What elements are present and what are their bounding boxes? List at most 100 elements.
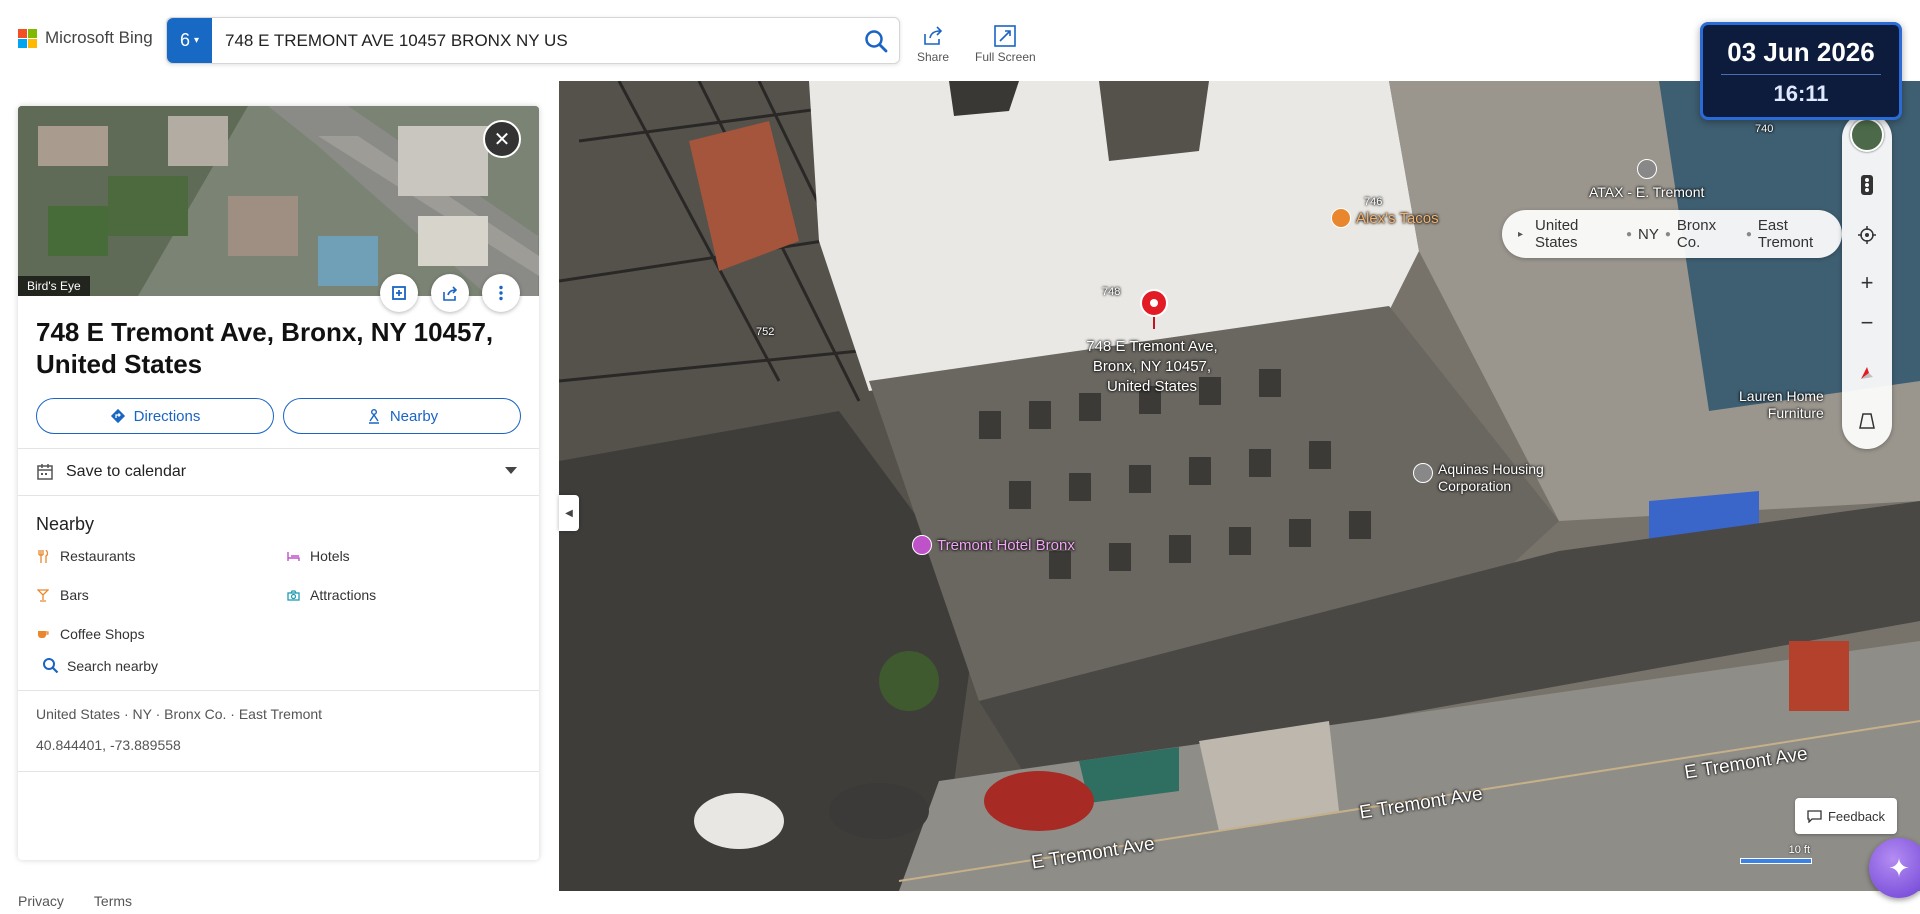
tilt-view-icon (1859, 413, 1875, 429)
map-canvas[interactable]: 748 752 746 740 748 E Tremont Ave, Bronx… (559, 81, 1920, 891)
footer-links: Privacy Terms (18, 893, 132, 909)
share-icon (924, 26, 943, 45)
nearby-item-label: Coffee Shops (60, 626, 145, 642)
poi-alexs-tacos[interactable]: Alex's Tacos (1331, 208, 1439, 228)
poi-tremont-hotel[interactable]: Tremont Hotel Bronx (912, 535, 1075, 555)
search-icon[interactable] (863, 28, 889, 54)
share-button[interactable]: Share (917, 24, 949, 64)
bed-icon (286, 549, 300, 563)
bed-icon (912, 535, 932, 555)
house-number-label: 748 (1102, 286, 1121, 298)
traffic-button[interactable] (1849, 167, 1885, 203)
compass-icon (1861, 367, 1873, 379)
directions-button[interactable]: Directions (36, 398, 274, 434)
building-icon (1413, 463, 1433, 483)
coffee-icon (36, 627, 50, 641)
card-actions (380, 274, 520, 312)
terms-link[interactable]: Terms (94, 893, 132, 909)
datetime-divider (1721, 74, 1881, 75)
coordinates[interactable]: 40.844401, -73.889558 (36, 730, 521, 761)
location-info: United States · NY · Bronx Co. · East Tr… (18, 690, 539, 772)
fork-knife-icon (1331, 208, 1351, 228)
privacy-link[interactable]: Privacy (18, 893, 64, 909)
datetime-overlay: 03 Jun 2026 16:11 (1700, 22, 1902, 120)
full-screen-button[interactable]: Full Screen (975, 24, 1036, 64)
traffic-light-icon (1861, 175, 1873, 195)
nearby-attractions-link[interactable]: Attractions (286, 584, 486, 606)
breadcrumb-item[interactable]: East Tremont (1758, 217, 1842, 251)
nearby-restaurants-link[interactable]: Restaurants (36, 545, 286, 567)
directions-icon (110, 408, 125, 424)
zoom-in-button[interactable]: + (1849, 265, 1885, 301)
top-bar: Microsoft Bing 6 ▾ 748 E TREMONT AVE 104… (0, 0, 1920, 80)
nearby-hotels-link[interactable]: Hotels (286, 545, 486, 567)
poi-label: Tremont Hotel Bronx (937, 536, 1075, 554)
primary-actions: Directions Nearby (36, 398, 521, 434)
breadcrumb-item[interactable]: NY (1638, 226, 1659, 243)
share-label: Share (917, 50, 950, 64)
zoom-level-dropdown[interactable]: 6 ▾ (167, 18, 212, 63)
poi-label-line: Corporation (1438, 478, 1512, 494)
nearby-categories: Restaurants Hotels Bars Attractions Coff… (36, 545, 521, 645)
share-place-button[interactable] (431, 274, 469, 312)
locate-icon (1858, 226, 1876, 244)
birds-eye-image[interactable]: Bird's Eye ✕ (18, 106, 539, 296)
time-display: 16:11 (1773, 81, 1829, 106)
camera-icon (286, 588, 300, 602)
compass-button[interactable] (1849, 355, 1885, 391)
poi-aquinas-housing[interactable]: Aquinas Housing Corporation (1413, 461, 1544, 495)
nearby-heading: Nearby (36, 514, 95, 534)
search-nearby-link[interactable]: Search nearby (42, 657, 515, 674)
breadcrumb-item[interactable]: United States (1535, 217, 1620, 251)
breadcrumb-separator: ● (1745, 228, 1752, 240)
poi-label: Aquinas Housing Corporation (1438, 461, 1544, 495)
save-to-calendar-row[interactable]: Save to calendar (18, 448, 539, 496)
breadcrumb-separator: ● (1664, 228, 1671, 240)
save-place-button[interactable] (380, 274, 418, 312)
pin-address-line: United States (1106, 378, 1198, 395)
house-number-label: 740 (1755, 123, 1774, 135)
directions-label: Directions (133, 407, 201, 425)
chevron-down-icon[interactable] (505, 467, 517, 474)
nearby-item-label: Bars (60, 587, 89, 603)
map-style-thumbnail-icon (1850, 118, 1884, 152)
breadcrumb-separator: ● (1625, 228, 1633, 240)
building-icon (1636, 159, 1657, 179)
breadcrumb-item[interactable]: Bronx Co. (1677, 217, 1740, 251)
fork-knife-icon (36, 549, 50, 563)
location-pin-icon[interactable] (1138, 288, 1170, 330)
pin-address-line: 748 E Tremont Ave, (1086, 338, 1218, 355)
poi-lauren-home[interactable]: Lauren Home Furniture (1739, 388, 1824, 422)
location-path: United States · NY · Bronx Co. · East Tr… (36, 706, 323, 722)
nearby-coffee-shops-link[interactable]: Coffee Shops (36, 623, 286, 645)
poi-label-line: Lauren Home (1739, 388, 1824, 404)
search-box: 6 ▾ 748 E TREMONT AVE 10457 BRONX NY US (166, 17, 900, 64)
tilt-button[interactable] (1849, 403, 1885, 439)
feedback-button[interactable]: Feedback (1795, 798, 1897, 834)
close-button[interactable]: ✕ (483, 120, 521, 158)
locate-me-button[interactable] (1849, 217, 1885, 253)
calendar-label: Save to calendar (66, 463, 187, 480)
place-title: 748 E Tremont Ave, Bronx, NY 10457, Unit… (36, 317, 494, 379)
chevron-down-icon: ▾ (193, 35, 200, 46)
zoom-level-value: 6 (179, 30, 190, 50)
nearby-button[interactable]: Nearby (283, 398, 521, 434)
caret-right-icon[interactable]: ▸ (1518, 229, 1523, 240)
copilot-button[interactable]: ✦ (1869, 838, 1920, 898)
more-options-button[interactable] (482, 274, 520, 312)
close-icon: ✕ (493, 128, 511, 151)
zoom-out-button[interactable]: − (1849, 305, 1885, 341)
collapse-panel-button[interactable]: ◀ (559, 495, 579, 531)
poi-atax[interactable]: ATAX - E. Tremont (1589, 159, 1704, 200)
search-input[interactable]: 748 E TREMONT AVE 10457 BRONX NY US (225, 31, 568, 51)
feedback-label: Feedback (1827, 808, 1886, 824)
aerial-photo (18, 106, 539, 296)
nearby-item-label: Hotels (310, 548, 350, 564)
map-style-button[interactable] (1849, 117, 1885, 153)
nearby-bars-link[interactable]: Bars (36, 584, 286, 606)
house-number-label: 752 (756, 326, 775, 338)
bing-logo[interactable]: Microsoft Bing (18, 28, 153, 48)
search-icon (43, 658, 59, 674)
scale-bar (1740, 858, 1812, 864)
map-breadcrumb: ▸ United States ● NY ● Bronx Co. ● East … (1502, 210, 1842, 258)
